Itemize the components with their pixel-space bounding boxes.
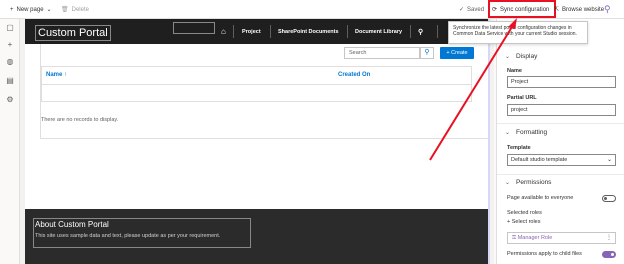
annotation-arrow xyxy=(429,18,517,161)
portal-studio: + New page ⌄ 🗑 Delete ✓ Saved ⟳ Sync con… xyxy=(0,0,624,264)
arrow-line xyxy=(429,21,516,161)
arrow-head xyxy=(508,18,517,29)
